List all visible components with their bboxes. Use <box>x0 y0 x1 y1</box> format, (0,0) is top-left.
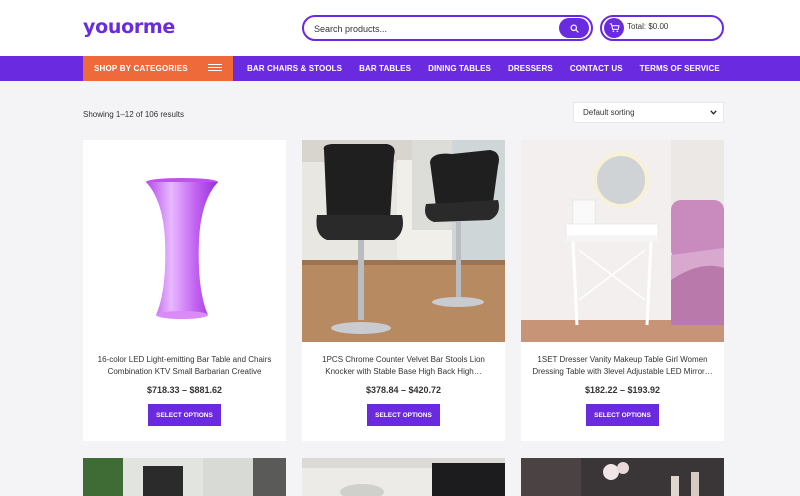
product-image-partial[interactable] <box>521 458 724 496</box>
sorting-selected-value: Default sorting <box>583 108 635 117</box>
shop-by-categories-label: SHOP BY CATEGORIES <box>94 64 188 73</box>
product-image-velvet-bar-stools[interactable] <box>302 140 505 342</box>
product-price: $378.84 – $420.72 <box>365 385 442 395</box>
product-title[interactable]: 16-color LED Light-emitting Bar Table an… <box>93 354 276 377</box>
nav-link-bar-tables[interactable]: BAR TABLES <box>359 64 411 73</box>
main-nav: SHOP BY CATEGORIES BAR CHAIRS & STOOLS B… <box>0 56 800 81</box>
nav-link-terms-of-service[interactable]: TERMS OF SERVICE <box>640 64 720 73</box>
cart-total: Total: $0.00 <box>627 22 669 31</box>
shop-by-categories-button[interactable]: SHOP BY CATEGORIES <box>83 56 233 81</box>
product-price: $182.22 – $193.92 <box>584 385 661 395</box>
cart-icon-badge <box>604 18 624 38</box>
product-image-dresser-vanity[interactable] <box>521 140 724 342</box>
result-count: Showing 1–12 of 106 results <box>83 110 184 119</box>
cart-button[interactable]: Total: $0.00 <box>600 15 724 41</box>
nav-link-contact-us[interactable]: CONTACT US <box>570 64 623 73</box>
select-options-button[interactable]: SELECT OPTIONS <box>367 404 440 426</box>
site-logo[interactable]: youorme <box>83 16 175 38</box>
nav-link-dressers[interactable]: DRESSERS <box>508 64 553 73</box>
search-button[interactable] <box>559 18 589 38</box>
sorting-select[interactable]: Default sorting <box>573 102 724 123</box>
product-card: 16-color LED Light-emitting Bar Table an… <box>83 140 286 441</box>
menu-icon <box>208 64 222 73</box>
search-icon <box>569 23 579 33</box>
search-input[interactable] <box>314 20 554 37</box>
nav-link-bar-chairs-stools[interactable]: BAR CHAIRS & STOOLS <box>247 64 342 73</box>
product-image-led-bar-table[interactable] <box>83 140 286 342</box>
nav-link-dining-tables[interactable]: DINING TABLES <box>428 64 491 73</box>
chevron-down-icon <box>710 110 717 115</box>
select-options-button[interactable]: SELECT OPTIONS <box>148 404 221 426</box>
search-box <box>302 15 593 41</box>
product-image-partial[interactable] <box>83 458 286 496</box>
product-title[interactable]: 1SET Dresser Vanity Makeup Table Girl Wo… <box>531 354 714 377</box>
select-options-button[interactable]: SELECT OPTIONS <box>586 404 659 426</box>
site-header: youorme Total: $0.00 <box>0 0 800 56</box>
product-image-partial[interactable] <box>302 458 505 496</box>
product-price: $718.33 – $881.62 <box>146 385 223 395</box>
product-card: 1SET Dresser Vanity Makeup Table Girl Wo… <box>521 140 724 441</box>
product-title[interactable]: 1PCS Chrome Counter Velvet Bar Stools Li… <box>312 354 495 377</box>
nav-links: BAR CHAIRS & STOOLS BAR TABLES DINING TA… <box>247 56 737 81</box>
product-card: 1PCS Chrome Counter Velvet Bar Stools Li… <box>302 140 505 441</box>
cart-icon <box>609 23 620 33</box>
